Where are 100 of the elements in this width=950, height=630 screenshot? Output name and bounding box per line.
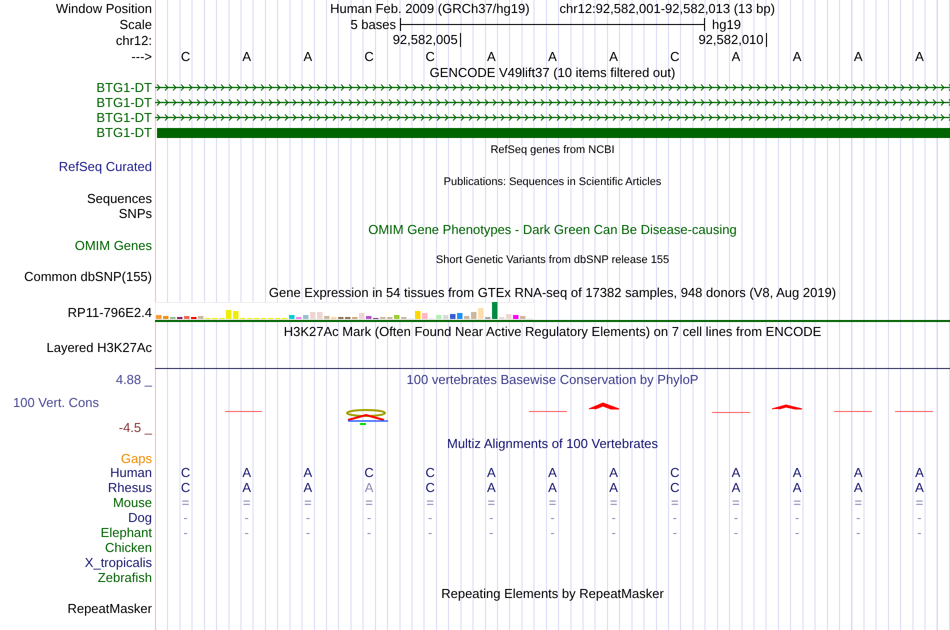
- base-letter: -: [182, 526, 189, 539]
- base-letter: =: [364, 496, 374, 509]
- base-letter: =: [670, 496, 680, 509]
- base-letter: -: [304, 511, 312, 524]
- base-letter: C: [363, 50, 375, 62]
- base-letter: A: [364, 481, 374, 494]
- track-label: Scale: [119, 18, 152, 30]
- axis-max-label: 4.88 _: [116, 373, 152, 386]
- track-label: Gaps: [120, 452, 152, 464]
- base-letter: C: [180, 466, 192, 479]
- track-label: Layered H3K27Ac: [46, 340, 152, 354]
- base-letter: =: [731, 496, 741, 509]
- base-letter: -: [488, 511, 495, 524]
- tick-label: 92,582,010: [698, 33, 767, 47]
- base-letter: -: [610, 511, 617, 524]
- track-title: 100 vertebrates Basewise Conservation by PhyloP: [406, 372, 698, 386]
- track-label: OMIM Genes: [74, 238, 152, 252]
- base-letter: =: [608, 496, 618, 509]
- track-label: RP11-796E2.4: [68, 306, 152, 318]
- base-letter: =: [303, 496, 313, 509]
- base-letter: -: [304, 526, 312, 539]
- species-label: Mouse: [112, 496, 152, 509]
- base-letter: -: [610, 526, 617, 539]
- base-letter: A: [914, 481, 925, 494]
- base-letter: -: [488, 526, 495, 539]
- base-letter: A: [914, 466, 925, 479]
- base-letter: -: [366, 511, 372, 524]
- track-label: BTG1-DT: [96, 126, 152, 139]
- track-title: OMIM Gene Phenotypes - Dark Green Can Be Disease-causing: [368, 223, 737, 236]
- base-letter: C: [424, 466, 436, 479]
- base-letter: A: [302, 481, 314, 494]
- track-label: Common dbSNP(155): [24, 270, 152, 282]
- base-letter: -: [549, 511, 556, 524]
- base-letter: A: [730, 481, 742, 494]
- base-letter: -: [732, 511, 740, 524]
- assembly-title: Human Feb. 2009 (GRCh37/hg19): [330, 2, 530, 14]
- species-label: Zebrafish: [98, 571, 152, 584]
- base-letter: -: [427, 526, 434, 539]
- track-label: RefSeq Curated: [58, 160, 152, 173]
- base-letter: -: [182, 511, 189, 524]
- base-letter: -: [549, 526, 556, 539]
- species-label: Elephant: [100, 526, 152, 539]
- track-label: SNPs: [118, 207, 152, 220]
- species-label: X_tropicalis: [84, 556, 152, 569]
- track-label: BTG1-DT: [96, 81, 152, 94]
- track-label: Window Position: [56, 2, 152, 14]
- tick-label: 92,582,005: [392, 33, 461, 47]
- base-letter: A: [241, 481, 252, 494]
- base-letter: A: [792, 481, 802, 494]
- track-title: Gene Expression in 54 tissues from GTEx RNA-seq of 17382 samples, 948 donors (V8, Aug 2019): [268, 286, 836, 299]
- base-letter: A: [730, 466, 742, 479]
- base-letter: -: [794, 511, 800, 524]
- base-letter: A: [792, 50, 802, 62]
- base-letter: A: [547, 466, 558, 479]
- track-title: Repeating Elements by RepeatMasker: [441, 587, 664, 600]
- base-letter: -: [916, 526, 923, 539]
- species-label: Dog: [128, 511, 152, 524]
- track-label: 100 Vert. Cons: [13, 396, 99, 409]
- base-letter: -: [672, 511, 678, 524]
- base-letter: A: [852, 481, 864, 494]
- base-letter: A: [730, 50, 742, 62]
- base-letter: =: [548, 496, 558, 509]
- base-letter: =: [853, 496, 864, 509]
- base-letter: A: [486, 481, 497, 494]
- base-letter: -: [732, 526, 740, 539]
- assembly-label: hg19: [711, 18, 742, 30]
- base-letter: A: [547, 50, 558, 62]
- track-label: BTG1-DT: [96, 111, 152, 124]
- base-letter: =: [425, 496, 435, 509]
- base-letter: =: [180, 496, 190, 509]
- base-letter: =: [242, 496, 252, 509]
- base-letter: A: [486, 466, 497, 479]
- species-label: Rhesus: [108, 481, 152, 494]
- base-letter: -: [244, 526, 250, 539]
- track-label: chr12:: [116, 34, 152, 46]
- base-letter: C: [180, 481, 192, 494]
- track-title: RefSeq genes from NCBI: [490, 144, 615, 156]
- base-letter: C: [424, 50, 436, 62]
- base-letter: =: [486, 496, 496, 509]
- base-letter: A: [302, 50, 314, 62]
- base-letter: -: [916, 511, 923, 524]
- base-letter: A: [608, 50, 619, 62]
- scale-length: 5 bases: [349, 18, 397, 30]
- base-letter: C: [180, 50, 192, 62]
- base-letter: -: [855, 526, 862, 539]
- base-letter: C: [669, 50, 680, 62]
- base-letter: C: [363, 466, 375, 479]
- base-letter: =: [792, 496, 802, 509]
- base-letter: -: [794, 526, 800, 539]
- track-title: Multiz Alignments of 100 Vertebrates: [446, 437, 658, 450]
- species-label: Chicken: [105, 541, 152, 554]
- base-letter: A: [302, 466, 314, 479]
- track-title: Publications: Sequences in Scientific Articles: [444, 176, 662, 188]
- base-letter: A: [608, 481, 619, 494]
- base-letter: A: [486, 50, 497, 62]
- base-letter: A: [241, 466, 252, 479]
- base-letter: A: [852, 50, 864, 62]
- base-letter: -: [244, 511, 250, 524]
- species-label: Human: [110, 466, 152, 479]
- base-letter: A: [792, 466, 802, 479]
